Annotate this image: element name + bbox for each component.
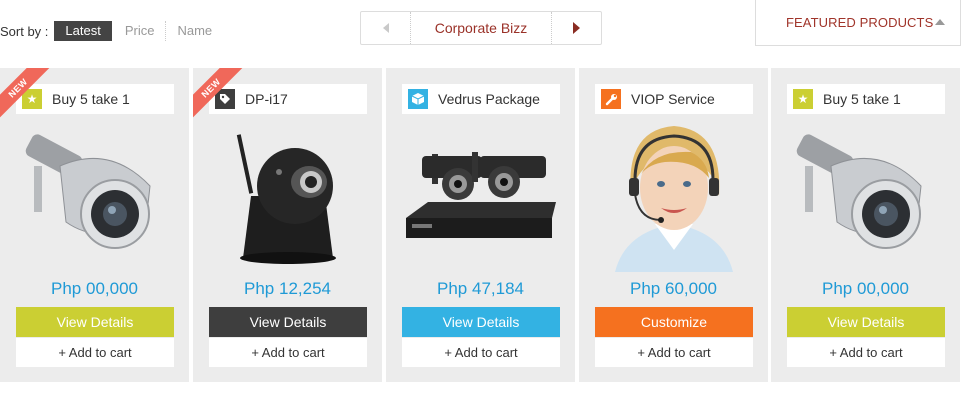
product-title-box: DP-i17: [209, 84, 367, 114]
product-image-headset-operator[interactable]: [595, 120, 753, 272]
product-card: ★ Buy 5 take 1 NEW Php 00,000 View Detai…: [0, 68, 189, 382]
add-to-cart-button[interactable]: + Add to cart: [595, 338, 753, 367]
product-title: DP-i17: [245, 91, 288, 107]
product-price: Php 12,254: [244, 279, 331, 298]
product-card: Vedrus Package Php 47,184 View Details +…: [386, 68, 575, 382]
view-details-button[interactable]: View Details: [402, 307, 560, 337]
view-details-button[interactable]: View Details: [787, 307, 945, 337]
product-price: Php 00,000: [822, 279, 909, 298]
product-price: Php 00,000: [51, 279, 138, 298]
product-title-box: VIOP Service: [595, 84, 753, 114]
pager-next-button[interactable]: [551, 12, 601, 44]
star-icon: ★: [793, 89, 813, 109]
featured-products-dropdown[interactable]: FEATURED PRODUCTS: [755, 0, 961, 46]
product-grid: ★ Buy 5 take 1 NEW Php 00,000 View Detai…: [0, 68, 961, 382]
wrench-icon: [601, 89, 621, 109]
category-pager: Corporate Bizz: [360, 11, 602, 45]
product-title-box: ★ Buy 5 take 1: [16, 84, 174, 114]
sort-label: Sort by :: [0, 23, 49, 39]
product-image-dvr-camera-package[interactable]: [402, 120, 560, 272]
product-card: ★ Buy 5 take 1 Php 00,000 View Details +…: [771, 68, 960, 382]
product-title: VIOP Service: [631, 91, 715, 107]
product-image-security-camera[interactable]: [16, 120, 174, 272]
add-to-cart-button[interactable]: + Add to cart: [209, 338, 367, 367]
product-title-box: ★ Buy 5 take 1: [787, 84, 945, 114]
product-card: VIOP Service Php 60,000 Customize + Add …: [579, 68, 768, 382]
arrow-left-icon: [382, 23, 389, 33]
pager-prev-button[interactable]: [361, 12, 411, 44]
product-image-pan-tilt-camera[interactable]: [209, 120, 367, 272]
featured-products-label: FEATURED PRODUCTS: [786, 15, 934, 30]
product-title-box: Vedrus Package: [402, 84, 560, 114]
add-to-cart-button[interactable]: + Add to cart: [402, 338, 560, 367]
caret-up-icon: [935, 19, 945, 25]
box-icon: [408, 89, 428, 109]
sort-option-price[interactable]: Price: [114, 21, 167, 41]
product-price: Php 60,000: [630, 279, 717, 298]
sort-option-name[interactable]: Name: [166, 21, 223, 41]
view-details-button[interactable]: View Details: [16, 307, 174, 337]
product-image-security-camera[interactable]: [787, 120, 945, 272]
view-details-button[interactable]: View Details: [209, 307, 367, 337]
product-card: DP-i17 NEW Php 12,254 View Details + Add…: [193, 68, 382, 382]
customize-button[interactable]: Customize: [595, 307, 753, 337]
arrow-right-icon: [573, 22, 580, 34]
add-to-cart-button[interactable]: + Add to cart: [16, 338, 174, 367]
sort-option-latest[interactable]: Latest: [54, 21, 112, 41]
pager-title: Corporate Bizz: [434, 20, 528, 36]
product-title: Buy 5 take 1: [52, 91, 130, 107]
product-title: Buy 5 take 1: [823, 91, 901, 107]
add-to-cart-button[interactable]: + Add to cart: [787, 338, 945, 367]
product-price: Php 47,184: [437, 279, 524, 298]
product-title: Vedrus Package: [438, 91, 540, 107]
sort-bar: Sort by : Latest Price Name: [0, 20, 223, 42]
